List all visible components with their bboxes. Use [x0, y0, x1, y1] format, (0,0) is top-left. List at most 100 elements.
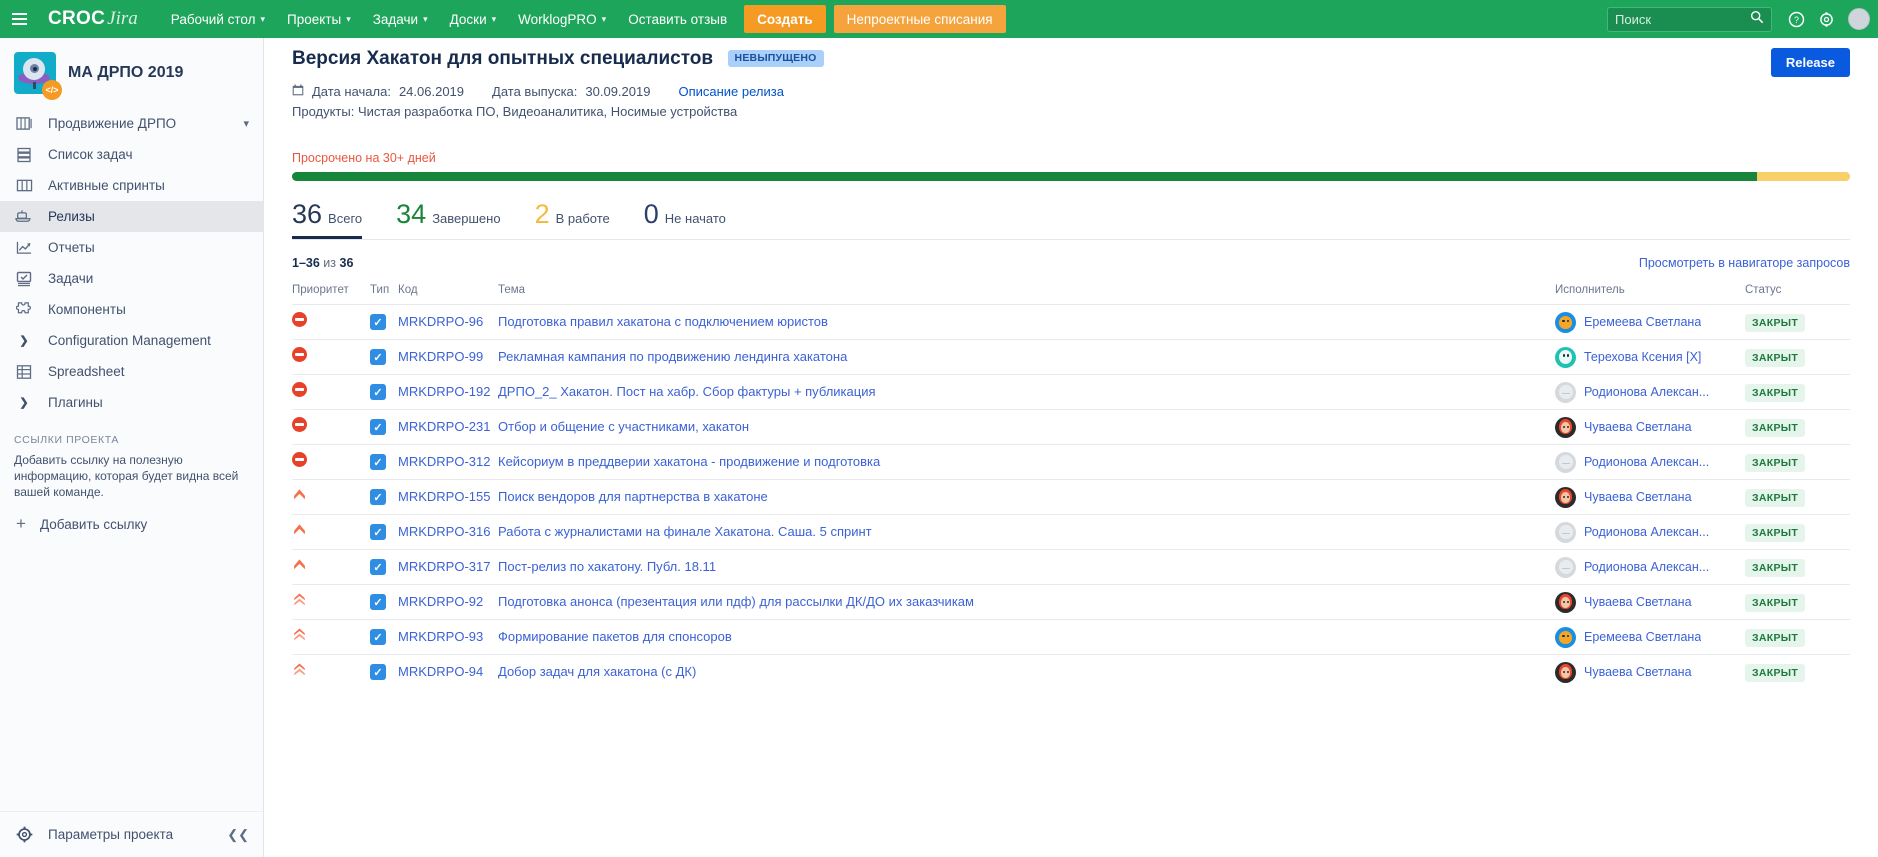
- issue-summary-link[interactable]: Кейсориум в преддверии хакатона - продви…: [498, 454, 880, 469]
- search-input[interactable]: [1615, 11, 1750, 27]
- assignee-name[interactable]: Родионова Алексан...: [1584, 455, 1709, 469]
- issue-key-link[interactable]: MRKDRPO-92: [398, 594, 483, 609]
- table-row[interactable]: ✓ MRKDRPO-93 Формирование пакетов для спон…: [292, 619, 1850, 655]
- nav-item-issues[interactable]: Задачи ▾: [362, 0, 439, 38]
- chevron-down-icon[interactable]: ▾: [243, 117, 249, 130]
- start-date-value: 24.06.2019: [398, 84, 465, 99]
- status-badge: ЗАКРЫТ: [1745, 593, 1806, 612]
- issue-summary-link[interactable]: Отбор и общение с участниками, хакатон: [498, 419, 749, 434]
- avatar: [1555, 451, 1576, 473]
- table-row[interactable]: ✓ MRKDRPO-94 Добор задач для хакатона (с Д…: [292, 654, 1850, 690]
- assignee-name[interactable]: Терехова Ксения [X]: [1584, 350, 1701, 364]
- table-row[interactable]: ✓ MRKDRPO-316 Работа с журналистами на фин…: [292, 514, 1850, 550]
- stat-total[interactable]: 36 Всего: [292, 199, 363, 239]
- gear-icon[interactable]: [1812, 5, 1840, 33]
- sidebar-item-board[interactable]: Продвижение ДРПО ▾: [0, 108, 263, 139]
- table-row[interactable]: ✓ MRKDRPO-99 Рекламная кампания по продвиж…: [292, 339, 1850, 375]
- project-header[interactable]: </> МА ДРПО 2019: [0, 38, 263, 104]
- table-row[interactable]: ✓ MRKDRPO-312 Кейсориум в преддверии хакат…: [292, 444, 1850, 480]
- help-icon[interactable]: ?: [1782, 5, 1810, 33]
- search-icon[interactable]: [1750, 10, 1764, 29]
- issue-key-link[interactable]: MRKDRPO-99: [398, 349, 483, 364]
- issue-summary-link[interactable]: Подготовка правил хакатона с подключение…: [498, 314, 828, 329]
- issue-summary-link[interactable]: Рекламная кампания по продвижению лендин…: [498, 349, 847, 364]
- nav-item-feedback[interactable]: Оставить отзыв: [617, 0, 738, 38]
- assignee-name[interactable]: Чуваева Светлана: [1584, 665, 1692, 679]
- result-range: 1–36: [292, 256, 320, 270]
- issue-summary-link[interactable]: Пост-релиз по хакатону. Публ. 18.11: [498, 559, 716, 574]
- sidebar-item-reports[interactable]: Отчеты: [0, 232, 263, 263]
- issue-summary-link[interactable]: ДРПО_2_ Хакатон. Пост на хабр. Сбор факт…: [498, 384, 876, 399]
- sidebar-item-active-sprints[interactable]: Активные спринты: [0, 170, 263, 201]
- cell-code: MRKDRPO-155: [398, 479, 498, 515]
- sidebar-item-backlog[interactable]: Список задач: [0, 139, 263, 170]
- table-row[interactable]: ✓ MRKDRPO-231 Отбор и общение с участникам…: [292, 409, 1850, 445]
- issue-summary-link[interactable]: Добор задач для хакатона (с ДК): [498, 664, 696, 679]
- sidebar-item-configuration-management[interactable]: ❯ Configuration Management: [0, 325, 263, 356]
- issue-key-link[interactable]: MRKDRPO-317: [398, 559, 490, 574]
- project-settings-button[interactable]: Параметры проекта ❮❮: [0, 811, 263, 857]
- assignee-name[interactable]: Чуваева Светлана: [1584, 420, 1692, 434]
- sidebar-item-issues[interactable]: Задачи: [0, 263, 263, 294]
- issue-summary-link[interactable]: Поиск вендоров для партнерства в хакатон…: [498, 489, 768, 504]
- issue-summary-link[interactable]: Формирование пакетов для спонсоров: [498, 629, 732, 644]
- issue-key-link[interactable]: MRKDRPO-93: [398, 629, 483, 644]
- search-box[interactable]: [1607, 6, 1772, 32]
- nav-item-projects[interactable]: Проекты ▾: [276, 0, 362, 38]
- issue-key-link[interactable]: MRKDRPO-312: [398, 454, 490, 469]
- sidebar-item-components[interactable]: Компоненты: [0, 294, 263, 325]
- assignee-name[interactable]: Еремеева Светлана: [1584, 630, 1701, 644]
- nav-item-worklogpro[interactable]: WorklogPRO ▾: [507, 0, 617, 38]
- issue-key-link[interactable]: MRKDRPO-316: [398, 524, 490, 539]
- table-row[interactable]: ✓ MRKDRPO-317 Пост-релиз по хакатону. Публ…: [292, 549, 1850, 585]
- column-header-priority: Приоритет: [292, 284, 349, 296]
- issue-summary-link[interactable]: Работа с журналистами на финале Хакатона…: [498, 524, 872, 539]
- table-row[interactable]: ✓ MRKDRPO-155 Поиск вендоров для партнерст…: [292, 479, 1850, 515]
- profile-avatar[interactable]: [1848, 8, 1870, 30]
- priority-blocker-icon: [292, 382, 307, 397]
- nav-item-dashboard[interactable]: Рабочий стол ▾: [160, 0, 276, 38]
- brand-logo[interactable]: CROC Jira: [48, 8, 138, 30]
- sidebar-item-label: Задачи: [48, 271, 94, 286]
- assignee-name[interactable]: Чуваева Светлана: [1584, 490, 1692, 504]
- issue-key-link[interactable]: MRKDRPO-231: [398, 419, 490, 434]
- assignee-name[interactable]: Родионова Алексан...: [1584, 525, 1709, 539]
- assignee-name[interactable]: Родионова Алексан...: [1584, 385, 1709, 399]
- priority-blocker-icon: [292, 312, 307, 327]
- stat-todo[interactable]: 0 Не начато: [644, 199, 726, 239]
- cell-assignee: Еремеева Светлана: [1555, 619, 1745, 655]
- create-button[interactable]: Создать: [744, 5, 826, 33]
- stat-in-progress[interactable]: 2 В работе: [535, 199, 610, 239]
- release-title-wrap: Версия Хакатон для опытных специалистов …: [292, 48, 824, 70]
- table-row[interactable]: ✓ MRKDRPO-192 ДРПО_2_ Хакатон. Пост на хаб…: [292, 374, 1850, 410]
- issue-key-link[interactable]: MRKDRPO-155: [398, 489, 490, 504]
- release-button[interactable]: Release: [1770, 48, 1850, 77]
- assignee-name[interactable]: Чуваева Светлана: [1584, 595, 1692, 609]
- issue-key-link[interactable]: MRKDRPO-96: [398, 314, 483, 329]
- view-in-issue-navigator-link[interactable]: Просмотреть в навигаторе запросов: [1639, 256, 1850, 270]
- cell-code: MRKDRPO-93: [398, 619, 498, 655]
- sidebar-item-spreadsheet[interactable]: Spreadsheet: [0, 356, 263, 387]
- cell-type: ✓: [370, 584, 398, 620]
- add-link-button[interactable]: + Добавить ссылку: [0, 500, 263, 534]
- sidebar-item-releases[interactable]: Релизы: [0, 201, 263, 232]
- issue-summary-link[interactable]: Подготовка анонса (презентация или пдф) …: [498, 594, 974, 609]
- sidebar-item-plugins[interactable]: ❯ Плагины: [0, 387, 263, 418]
- assignee-name[interactable]: Родионова Алексан...: [1584, 560, 1709, 574]
- nonproject-worklog-button[interactable]: Непроектные списания: [833, 5, 1006, 33]
- hamburger-icon[interactable]: [0, 0, 38, 38]
- issue-type-task-icon: ✓: [370, 489, 386, 505]
- project-links-title: ССЫЛКИ ПРОЕКТА: [14, 434, 120, 446]
- chevron-down-icon: ▾: [346, 13, 351, 24]
- stat-done[interactable]: 34 Завершено: [396, 199, 500, 239]
- project-name: МА ДРПО 2019: [68, 64, 184, 81]
- issue-key-link[interactable]: MRKDRPO-94: [398, 664, 483, 679]
- table-row[interactable]: ✓ MRKDRPO-96 Подготовка правил хакатона с …: [292, 304, 1850, 340]
- issue-key-link[interactable]: MRKDRPO-192: [398, 384, 490, 399]
- table-row[interactable]: ✓ MRKDRPO-92 Подготовка анонса (презентаци…: [292, 584, 1850, 620]
- collapse-icon[interactable]: ❮❮: [227, 827, 249, 843]
- assignee-name[interactable]: Еремеева Светлана: [1584, 315, 1701, 329]
- issue-type-task-icon: ✓: [370, 419, 386, 435]
- release-description-link[interactable]: Описание релиза: [678, 84, 784, 99]
- nav-item-boards[interactable]: Доски ▾: [439, 0, 508, 38]
